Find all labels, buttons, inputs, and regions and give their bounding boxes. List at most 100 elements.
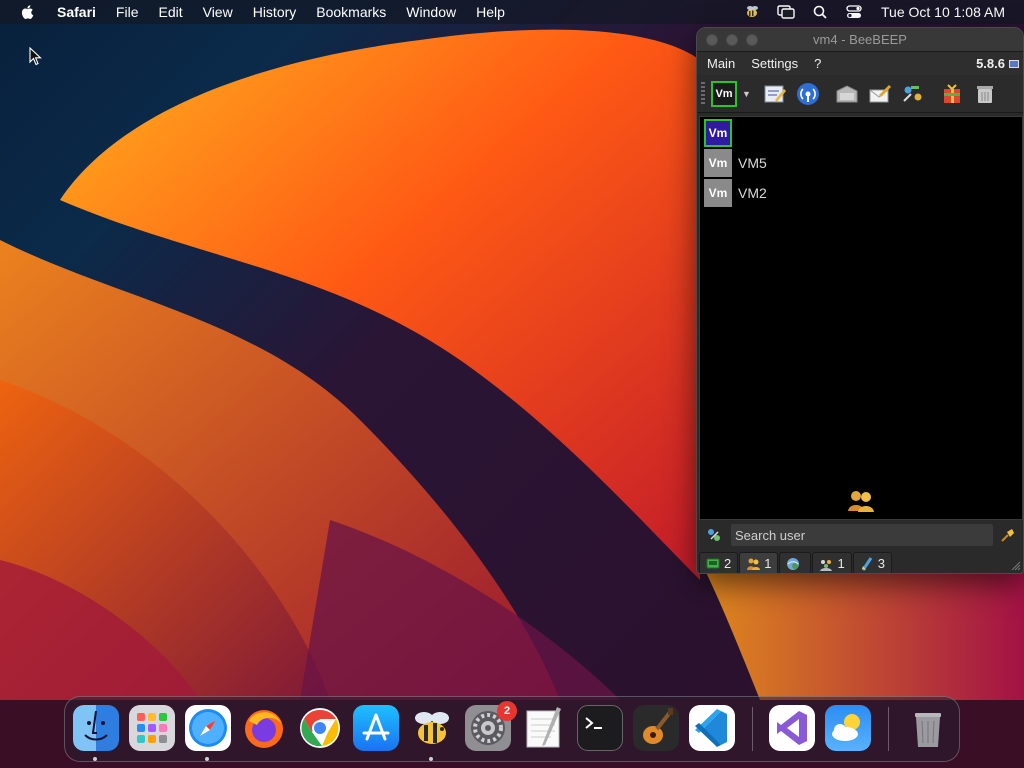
user-list-item[interactable]: Vm — [700, 118, 1022, 148]
my-avatar-icon: Vm — [711, 80, 737, 107]
finder-icon[interactable] — [73, 705, 119, 751]
notification-badge: 2 — [497, 701, 517, 721]
user-avatar: Vm — [704, 119, 732, 147]
network-icon — [787, 557, 800, 570]
menu-file[interactable]: File — [106, 0, 149, 24]
search-options-icon[interactable] — [705, 526, 723, 544]
zoom-window-button[interactable] — [746, 34, 758, 46]
search-row — [697, 522, 1023, 548]
tab-groups[interactable]: 1 — [812, 552, 852, 573]
version-number: 5.8.6 — [976, 56, 1005, 71]
user-list: Vm Vm VM5 Vm VM2 — [699, 116, 1023, 520]
tab-files[interactable]: 3 — [852, 552, 892, 573]
weather-icon[interactable] — [825, 705, 871, 751]
user-list-item[interactable]: Vm VM2 — [700, 178, 1022, 208]
main-toolbar: Vm ▼ — [697, 75, 1023, 113]
tab-chats[interactable]: 2 — [699, 552, 739, 573]
write-message-button[interactable] — [865, 79, 895, 109]
file-sharing-icon — [836, 84, 858, 102]
running-indicator — [93, 757, 97, 761]
trash-icon[interactable] — [905, 705, 951, 751]
beebeep-status-icon[interactable] — [735, 0, 769, 24]
dock-separator — [752, 707, 753, 751]
menu-main[interactable]: Main — [699, 56, 743, 71]
files-icon — [861, 556, 872, 571]
menu-settings[interactable]: Settings — [743, 56, 806, 71]
gift-icon — [944, 83, 960, 103]
menu-edit[interactable]: Edit — [148, 0, 192, 24]
tab-count: 1 — [837, 556, 845, 571]
spotlight-search-icon[interactable] — [803, 0, 837, 24]
tab-count: 3 — [877, 556, 885, 571]
vscode-icon[interactable] — [689, 705, 735, 751]
file-sharing-button[interactable] — [832, 79, 862, 109]
menu-view[interactable]: View — [193, 0, 243, 24]
dock: 2 — [64, 696, 960, 762]
tab-count: 1 — [764, 556, 772, 571]
visual-studio-icon[interactable] — [769, 705, 815, 751]
minimize-window-button[interactable] — [726, 34, 738, 46]
gift-button[interactable] — [937, 79, 967, 109]
menu-help[interactable]: Help — [466, 0, 515, 24]
safari-icon[interactable] — [185, 705, 231, 751]
user-avatar: Vm — [704, 149, 732, 177]
write-message-icon — [869, 84, 891, 102]
system-settings-icon[interactable]: 2 — [465, 701, 517, 751]
user-avatar: Vm — [704, 179, 732, 207]
toolbar-grip[interactable] — [701, 81, 705, 106]
menu-help-question[interactable]: ? — [806, 56, 829, 71]
resize-grip-icon[interactable] — [1011, 561, 1021, 571]
mouse-pointer-icon — [29, 47, 42, 66]
network-broadcast-icon — [797, 82, 819, 105]
beebeep-window: vm4 - BeeBEEP Main Settings ? 5.8.6 Vm ▼ — [696, 27, 1024, 574]
chrome-icon[interactable] — [297, 705, 343, 751]
user-list-item[interactable]: Vm VM5 — [700, 148, 1022, 178]
language-flag-icon — [1009, 59, 1019, 68]
menu-window[interactable]: Window — [396, 0, 466, 24]
plugins-icon — [903, 85, 922, 102]
dock-separator — [888, 707, 889, 751]
window-titlebar[interactable]: vm4 - BeeBEEP — [697, 28, 1023, 52]
launchpad-icon[interactable] — [129, 705, 175, 751]
app-menubar: Main Settings ? 5.8.6 — [697, 52, 1023, 75]
edit-profile-button[interactable] — [760, 79, 790, 109]
window-title: vm4 - BeeBEEP — [813, 32, 907, 47]
menu-bookmarks[interactable]: Bookmarks — [306, 0, 396, 24]
screen-mirroring-icon[interactable] — [769, 0, 803, 24]
tab-network[interactable] — [779, 552, 812, 573]
version-label: 5.8.6 — [976, 56, 1023, 71]
clear-chat-button[interactable] — [970, 79, 1000, 109]
chat-icon — [706, 558, 720, 568]
status-dropdown-arrow-icon[interactable]: ▼ — [742, 89, 754, 99]
garageband-icon[interactable] — [633, 705, 679, 751]
terminal-icon[interactable] — [577, 705, 623, 751]
textedit-icon[interactable] — [521, 705, 567, 751]
user-name: VM5 — [738, 155, 767, 171]
menu-history[interactable]: History — [243, 0, 307, 24]
menubar-clock[interactable]: Tue Oct 10 1:08 AM — [871, 4, 1024, 20]
plugins-button[interactable] — [898, 79, 928, 109]
firefox-icon[interactable] — [241, 705, 287, 751]
search-user-input[interactable] — [731, 524, 993, 546]
tab-count: 2 — [724, 556, 732, 571]
groups-icon — [820, 559, 833, 571]
running-indicator — [429, 757, 433, 761]
network-broadcast-button[interactable] — [793, 79, 823, 109]
running-indicator — [205, 757, 209, 761]
close-window-button[interactable] — [706, 34, 718, 46]
bottom-tabs: 2 1 1 3 — [699, 552, 893, 573]
edit-profile-icon — [764, 85, 786, 102]
menu-app-name[interactable]: Safari — [51, 0, 106, 24]
apple-logo-icon[interactable] — [19, 3, 37, 21]
beebeep-dock-icon[interactable] — [409, 705, 455, 751]
clear-search-icon[interactable] — [999, 526, 1017, 544]
users-icon — [747, 558, 761, 570]
tab-users[interactable]: 1 — [739, 552, 779, 573]
menu-bar: Safari File Edit View History Bookmarks … — [0, 0, 1024, 24]
trash-icon — [977, 85, 993, 103]
user-name: VM2 — [738, 185, 767, 201]
app-store-icon[interactable] — [353, 705, 399, 751]
my-status-button[interactable]: Vm — [709, 79, 739, 109]
people-icon — [848, 491, 874, 512]
control-center-icon[interactable] — [837, 0, 871, 24]
